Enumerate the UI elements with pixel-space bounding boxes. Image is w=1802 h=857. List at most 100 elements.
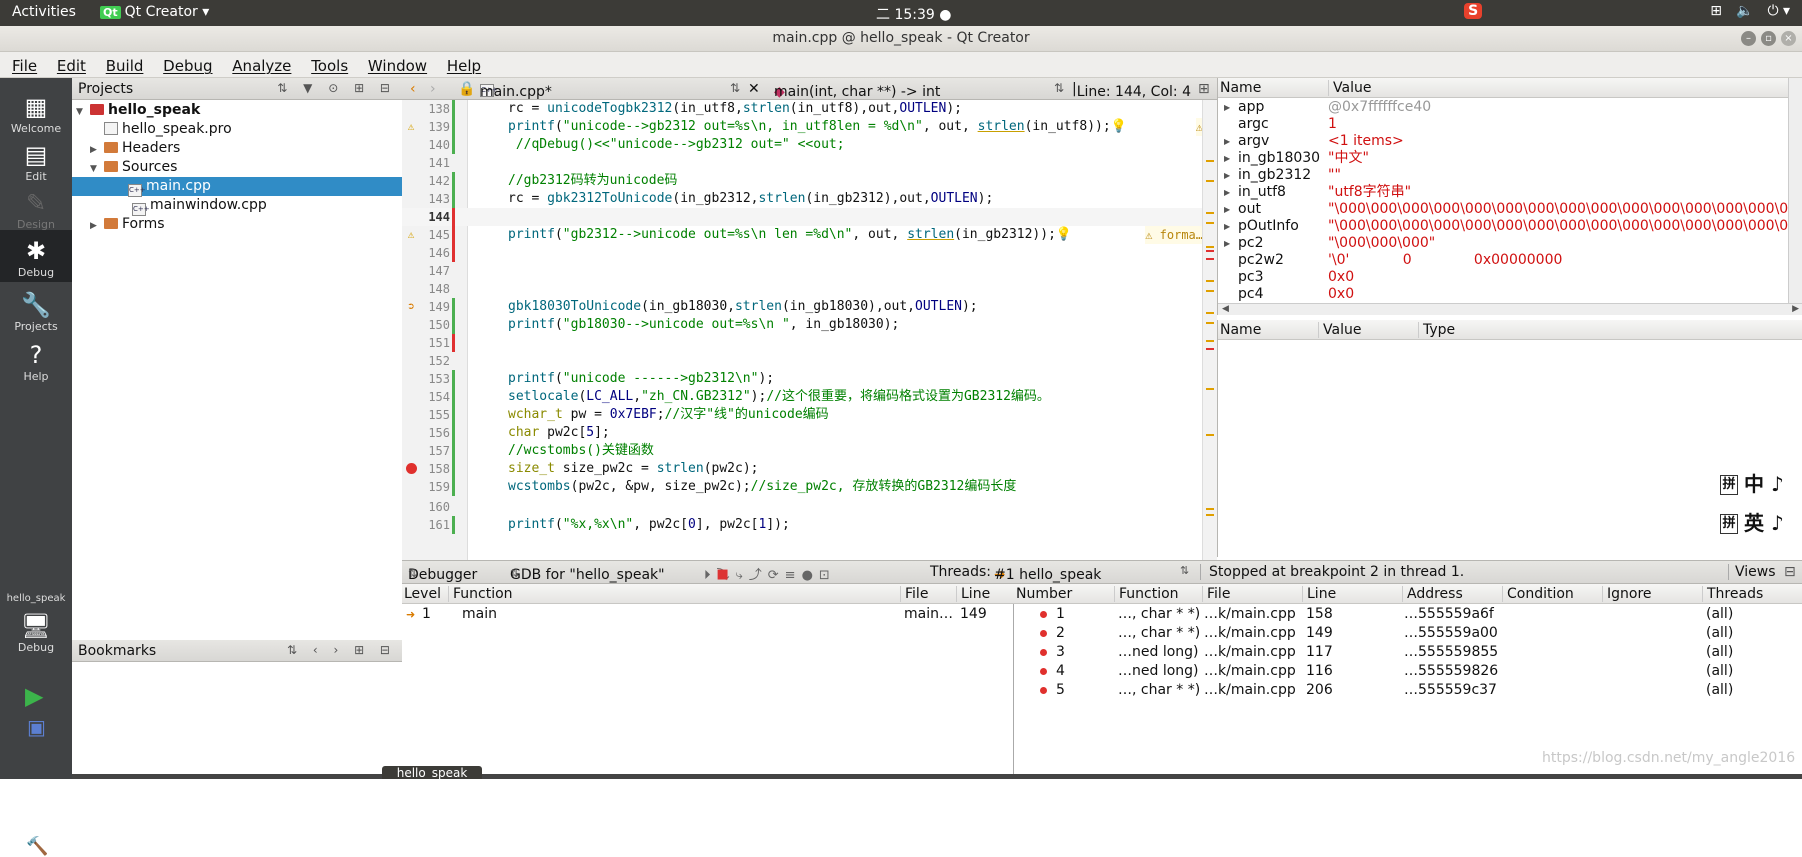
views-button[interactable]: Views [1728,564,1776,580]
projects-panel-controls[interactable]: ⇅ ▼ ⊙ ⊞ ⊟ [277,81,396,95]
mode-welcome[interactable]: ▦ Welcome [0,92,72,135]
expand-icon[interactable]: ▶ [1224,167,1230,184]
bp-col-function[interactable]: Function [1114,586,1179,602]
bp-col-ignore[interactable]: Ignore [1602,586,1652,602]
expand-icon[interactable]: ▶ [1224,235,1230,252]
expr-col-type[interactable]: Type [1418,322,1455,338]
locals-row[interactable]: ▶ pc2 "\000\000\000" [1218,235,1788,252]
locals-row[interactable]: pc2w2 '\0' 0 0x00000000 [1218,252,1788,269]
editor-scrollbar[interactable] [1202,100,1217,560]
close-icon[interactable]: × [1781,31,1796,46]
clock[interactable]: 二 15:39 ● [876,4,951,24]
locals-h-scrollbar[interactable]: ◀ ▶ [1218,303,1802,315]
sogou-ime-icon[interactable]: S [1464,3,1483,19]
power-icon[interactable]: ⏻ ▾ [1767,3,1790,19]
tree-node-project[interactable]: ▼ hello_speak [76,101,200,120]
mode-edit[interactable]: ▤ Edit [0,140,72,183]
folder-icon [104,218,118,229]
tree-node-headers[interactable]: ▶ Headers [90,139,180,158]
bp-col-number[interactable]: Number [1016,586,1072,602]
maximize-icon[interactable]: ▫ [1761,31,1776,46]
close-file-icon[interactable]: ✕ [748,81,760,97]
locals-row[interactable]: ▶ out "\000\000\000\000\000\000\000\000\00… [1218,201,1788,218]
build-hammer-icon[interactable]: 🔨 [26,836,48,857]
activities-button[interactable]: Activities [12,4,76,20]
breakpoint-row[interactable]: 1…, char * *) …k/main.cpp 158 …555559a6f (al… [1014,605,1802,624]
menu-edit[interactable]: Edit [57,57,86,75]
mode-design[interactable]: ✎ Design [0,188,72,231]
bp-col-file[interactable]: File [1202,586,1230,602]
locals-v-scrollbar[interactable] [1788,78,1802,303]
menu-window[interactable]: Window [368,57,427,75]
start-debugging-icon[interactable]: ▣ [27,715,46,739]
locals-row[interactable]: ▶ pOutInfo "\000\000\000\000\000\000\000\0… [1218,218,1788,235]
menu-build[interactable]: Build [106,57,144,75]
code-editor[interactable]: 138 rc = unicodeTogbk2312(in_utf8,strlen(… [402,100,1217,560]
stack-col-file[interactable]: File [900,586,928,602]
locals-row[interactable]: argc 1 [1218,116,1788,133]
stack-col-line[interactable]: Line [956,586,990,602]
debugger-action-icons[interactable]: ⏵ ■ ⤵⤷⤴⟳≡●⊡ [704,564,836,583]
bp-col-address[interactable]: Address [1402,586,1463,602]
locals-row[interactable]: ▶ in_gb2312 "" [1218,167,1788,184]
breakpoint-row[interactable]: 5…, char * *) …k/main.cpp 206 …555559c37 (al… [1014,681,1802,700]
stack-col-level[interactable]: Level [404,586,441,602]
tree-node-forms[interactable]: ▶ Forms [90,215,165,234]
locals-row[interactable]: ▶ in_gb18030 "中文" [1218,150,1788,167]
code-text: setlocale(LC_ALL,"zh_CN.GB2312");//这个很重要… [508,389,1050,404]
network-icon[interactable]: ⊞ [1710,3,1722,19]
expand-icon[interactable]: ▶ [1224,99,1230,116]
run-icon[interactable]: ▶ [25,682,43,710]
tree-node-main-cpp[interactable]: C++main.cpp [72,177,402,197]
menu-analyze[interactable]: Analyze [232,57,291,75]
menu-file[interactable]: File [12,57,37,75]
mode-projects[interactable]: 🔧 Projects [0,290,72,333]
locals-col-name[interactable]: Name [1220,80,1261,96]
bp-col-threads[interactable]: Threads [1702,586,1763,602]
app-menu[interactable]: Qt Qt Creator ▾ [100,4,209,20]
menu-debug[interactable]: Debug [163,57,212,75]
tree-node-sources[interactable]: ▼ Sources [90,158,177,177]
expr-col-value[interactable]: Value [1318,322,1361,338]
expand-icon[interactable]: ▶ [1224,150,1230,167]
kit-selector[interactable]: 🖥 Debug [0,611,72,654]
volume-icon[interactable]: 🔈 [1736,3,1753,19]
cursor-position[interactable]: | Line: 144, Col: 4 [1072,81,1191,100]
tree-node-pro-file[interactable]: hello_speak.pro [90,120,232,139]
panel-toggle-icon[interactable]: ⊟ [1784,564,1796,580]
code-line: 146 [402,244,1217,262]
tree-node-mainwindow-cpp[interactable]: C++mainwindow.cpp [132,196,267,216]
breakpoint-row[interactable]: 2…, char * *) …k/main.cpp 149 …555559a00 (al… [1014,624,1802,643]
forward-icon[interactable]: › [430,81,436,97]
stack-col-function[interactable]: Function [448,586,513,602]
expand-icon[interactable]: ▶ [1224,184,1230,201]
split-icon[interactable]: ⊞ [1198,81,1210,97]
file-dropdown-icon[interactable]: ⇅ [730,81,740,95]
breakpoint-row[interactable]: 3 …ned long) …k/main.cpp 117 …555559855 (all) [1014,643,1802,662]
thread-dropdown-icon[interactable]: ⇅ [1180,564,1189,577]
locals-row[interactable]: ▶ argv <1 items> [1218,133,1788,150]
locals-row[interactable]: ▶ app @0x7ffffffce40 [1218,99,1788,116]
menu-help[interactable]: Help [447,57,481,75]
locals-row[interactable]: ▶ in_utf8 "utf8字符串" [1218,184,1788,201]
breakpoint-row[interactable]: 4 …ned long) …k/main.cpp 116 …555559826 (all) [1014,662,1802,681]
mode-debug[interactable]: ✱ Debug [0,230,72,282]
function-dropdown-icon[interactable]: ⇅ [1054,81,1064,95]
ime-indicator[interactable]: 拼中 ♪ 拼英 ♪ [1720,468,1784,546]
minimize-icon[interactable]: – [1741,31,1756,46]
stack-row[interactable]: ➜ 1 main main… 149 [402,605,1014,624]
expand-icon[interactable]: ▶ [1224,201,1230,218]
locals-col-value[interactable]: Value [1328,80,1371,96]
mode-help[interactable]: ? Help [0,340,72,383]
bp-col-line[interactable]: Line [1302,586,1336,602]
menu-tools[interactable]: Tools [311,57,348,75]
expand-icon[interactable]: ▶ [1224,218,1230,235]
warning-marker[interactable]: ⚠ forma… [1145,226,1203,244]
bp-col-condition[interactable]: Condition [1502,586,1574,602]
expr-col-name[interactable]: Name [1220,322,1261,338]
back-icon[interactable]: ‹ [410,81,416,97]
locals-row[interactable]: pc4 0x0 [1218,286,1788,303]
expand-icon[interactable]: ▶ [1224,133,1230,150]
bookmarks-controls[interactable]: ⇅ ‹ › ⊞ ⊟ [287,643,396,657]
locals-row[interactable]: pc3 0x0 [1218,269,1788,286]
